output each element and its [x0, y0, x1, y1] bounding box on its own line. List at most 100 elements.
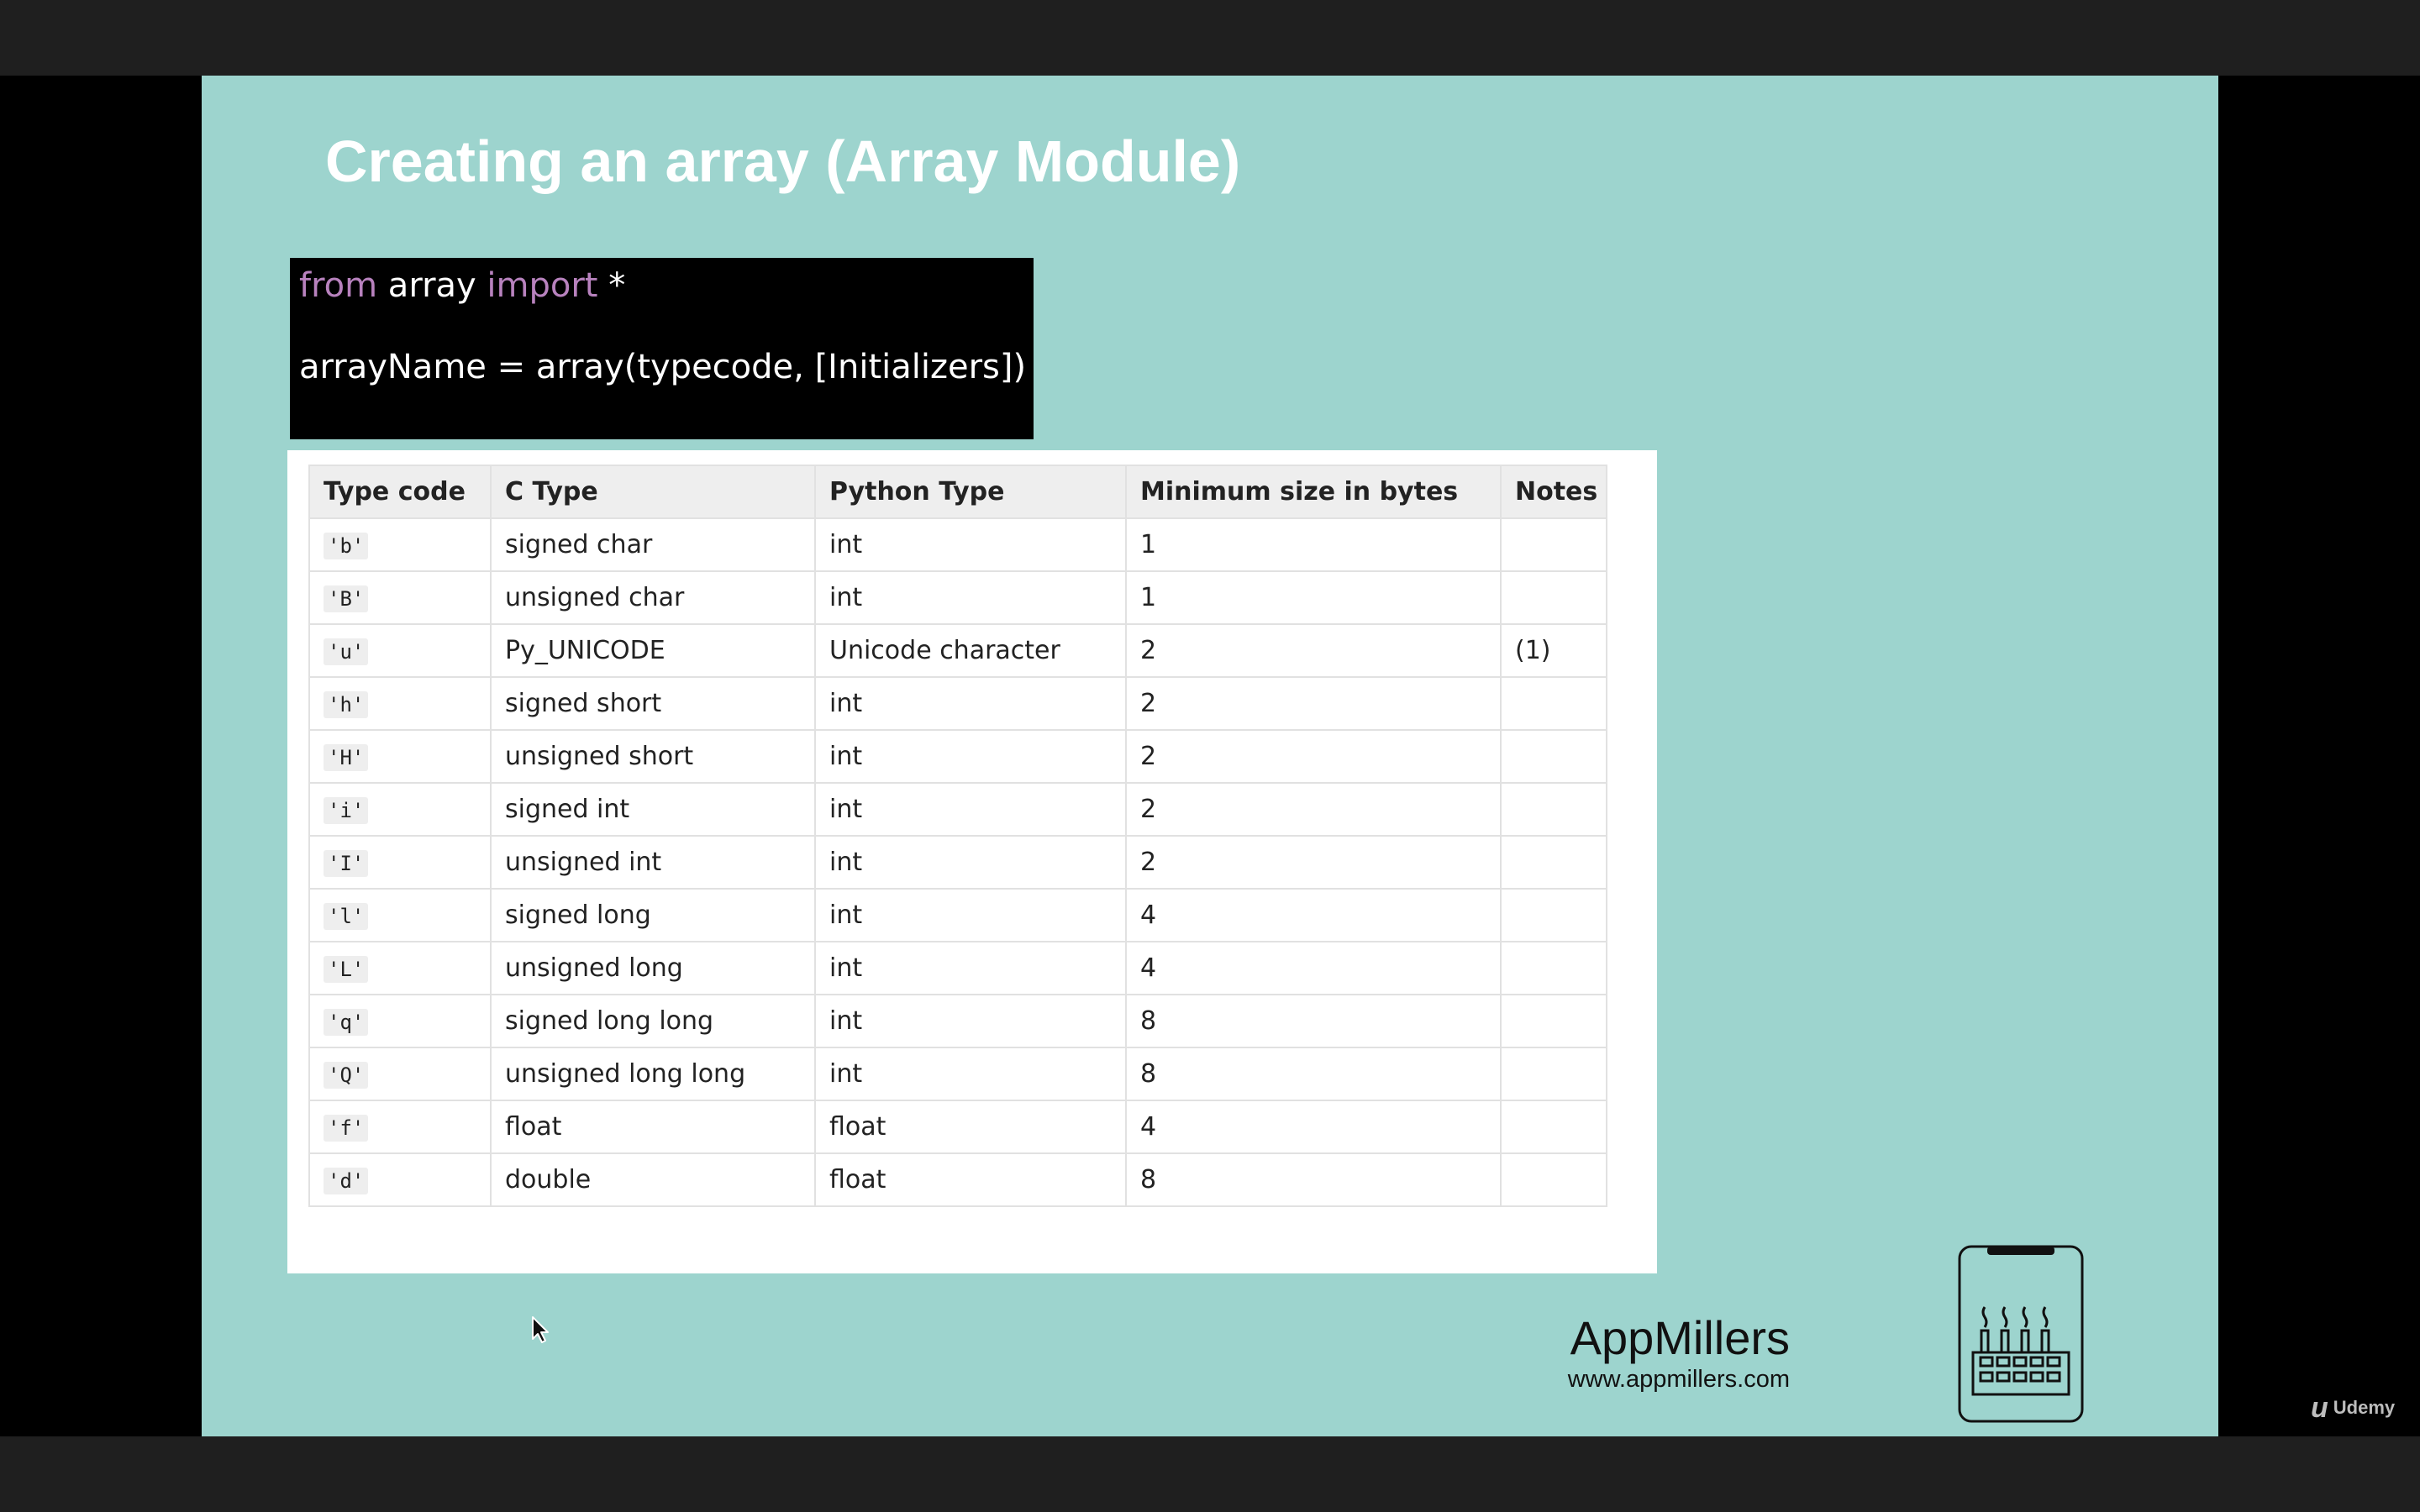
header-python-type: Python Type: [814, 465, 1127, 519]
cell-python-type: int: [814, 517, 1127, 572]
typecode-literal: 'u': [324, 638, 369, 665]
typecode-literal: 'H': [324, 744, 369, 771]
cell-type-code: 'u': [308, 623, 492, 678]
cell-notes: [1500, 994, 1607, 1048]
table-row: 'b' signed char int 1: [308, 517, 1607, 572]
udemy-label: Udemy: [2333, 1397, 2396, 1418]
cell-c-type: unsigned long: [490, 941, 816, 995]
typecode-table: Type code C Type Python Type Minimum siz…: [308, 465, 1607, 1207]
cell-notes: [1500, 1152, 1607, 1207]
mouse-cursor-icon: [532, 1316, 549, 1343]
module-name: array: [377, 266, 487, 305]
cell-c-type: unsigned char: [490, 570, 816, 625]
cell-min-size: 4: [1125, 1100, 1502, 1154]
table-row: 'B' unsigned char int 1: [308, 570, 1607, 625]
cell-min-size: 1: [1125, 570, 1502, 625]
cell-notes: [1500, 888, 1607, 942]
table-body: 'b' signed char int 1 'B' unsigned char int 1'u…: [308, 517, 1607, 1207]
typecode-literal: 'Q': [324, 1062, 369, 1089]
cell-type-code: 'i': [308, 782, 492, 837]
cell-python-type: int: [814, 994, 1127, 1048]
typecode-literal: 'L': [324, 956, 369, 983]
typecode-literal: 'f': [324, 1115, 369, 1142]
cell-notes: [1500, 676, 1607, 731]
cell-python-type: int: [814, 570, 1127, 625]
cell-type-code: 'B': [308, 570, 492, 625]
typecode-literal: 'B': [324, 585, 369, 612]
table-row: 'd' double float 8: [308, 1152, 1607, 1207]
table-row: 'L' unsigned long int 4: [308, 941, 1607, 995]
cell-python-type: int: [814, 1047, 1127, 1101]
cell-min-size: 2: [1125, 729, 1502, 784]
brand-name: AppMillers: [1570, 1311, 1790, 1364]
typecode-literal: 'd': [324, 1168, 369, 1194]
cell-min-size: 8: [1125, 1047, 1502, 1101]
typecode-literal: 'i': [324, 797, 369, 824]
cell-python-type: int: [814, 782, 1127, 837]
cell-python-type: int: [814, 729, 1127, 784]
cell-type-code: 'q': [308, 994, 492, 1048]
cell-notes: [1500, 941, 1607, 995]
typecode-literal: 'q': [324, 1009, 369, 1036]
cell-notes: [1500, 1047, 1607, 1101]
cell-notes: [1500, 1100, 1607, 1154]
cell-min-size: 2: [1125, 623, 1502, 678]
cell-python-type: int: [814, 676, 1127, 731]
cell-python-type: int: [814, 888, 1127, 942]
cell-type-code: 'H': [308, 729, 492, 784]
cell-python-type: float: [814, 1152, 1127, 1207]
cell-min-size: 1: [1125, 517, 1502, 572]
cell-c-type: signed long long: [490, 994, 816, 1048]
cell-python-type: int: [814, 941, 1127, 995]
cell-python-type: Unicode character: [814, 623, 1127, 678]
cell-c-type: unsigned short: [490, 729, 816, 784]
cell-type-code: 'h': [308, 676, 492, 731]
cell-notes: (1): [1500, 623, 1607, 678]
header-type-code: Type code: [308, 465, 492, 519]
cell-min-size: 8: [1125, 994, 1502, 1048]
cell-notes: [1500, 782, 1607, 837]
typecode-literal: 'h': [324, 691, 369, 718]
cell-notes: [1500, 729, 1607, 784]
cell-min-size: 2: [1125, 676, 1502, 731]
cell-min-size: 8: [1125, 1152, 1502, 1207]
cell-type-code: 'l': [308, 888, 492, 942]
header-c-type: C Type: [490, 465, 816, 519]
import-star: *: [597, 266, 626, 305]
cell-c-type: double: [490, 1152, 816, 1207]
cell-c-type: unsigned long long: [490, 1047, 816, 1101]
top-letterbox-bar: [0, 0, 2420, 76]
cell-min-size: 4: [1125, 941, 1502, 995]
header-min-size: Minimum size in bytes: [1125, 465, 1502, 519]
code-line-array: arrayName = array(typecode, [Initializer…: [299, 348, 1027, 386]
code-snippet: from array import * arrayName = array(ty…: [290, 258, 1034, 439]
table-row: 'u' Py_UNICODE Unicode character 2 (1): [308, 623, 1607, 678]
cell-python-type: int: [814, 835, 1127, 890]
typecode-literal: 'l': [324, 903, 369, 930]
cell-type-code: 'I': [308, 835, 492, 890]
code-line-import: from array import *: [299, 265, 1034, 307]
cell-notes: [1500, 835, 1607, 890]
typecode-literal: 'b': [324, 533, 369, 559]
phone-factory-icon: [1958, 1245, 2084, 1423]
cell-c-type: signed char: [490, 517, 816, 572]
cell-type-code: 'b': [308, 517, 492, 572]
typecode-literal: 'I': [324, 850, 369, 877]
header-notes: Notes: [1500, 465, 1607, 519]
cell-min-size: 4: [1125, 888, 1502, 942]
cell-notes: [1500, 517, 1607, 572]
cell-c-type: signed long: [490, 888, 816, 942]
cell-c-type: unsigned int: [490, 835, 816, 890]
table-row: 'i' signed int int 2: [308, 782, 1607, 837]
cell-type-code: 'f': [308, 1100, 492, 1154]
table-row: 'q' signed long long int 8: [308, 994, 1607, 1048]
cell-min-size: 2: [1125, 782, 1502, 837]
cell-type-code: 'Q': [308, 1047, 492, 1101]
bottom-letterbox-bar: [0, 1436, 2420, 1512]
cell-c-type: signed short: [490, 676, 816, 731]
slide-title: Creating an array (Array Module): [325, 129, 1241, 194]
cell-c-type: Py_UNICODE: [490, 623, 816, 678]
table-row: 'I' unsigned int int 2: [308, 835, 1607, 890]
cell-python-type: float: [814, 1100, 1127, 1154]
keyword-import: import: [487, 266, 598, 305]
